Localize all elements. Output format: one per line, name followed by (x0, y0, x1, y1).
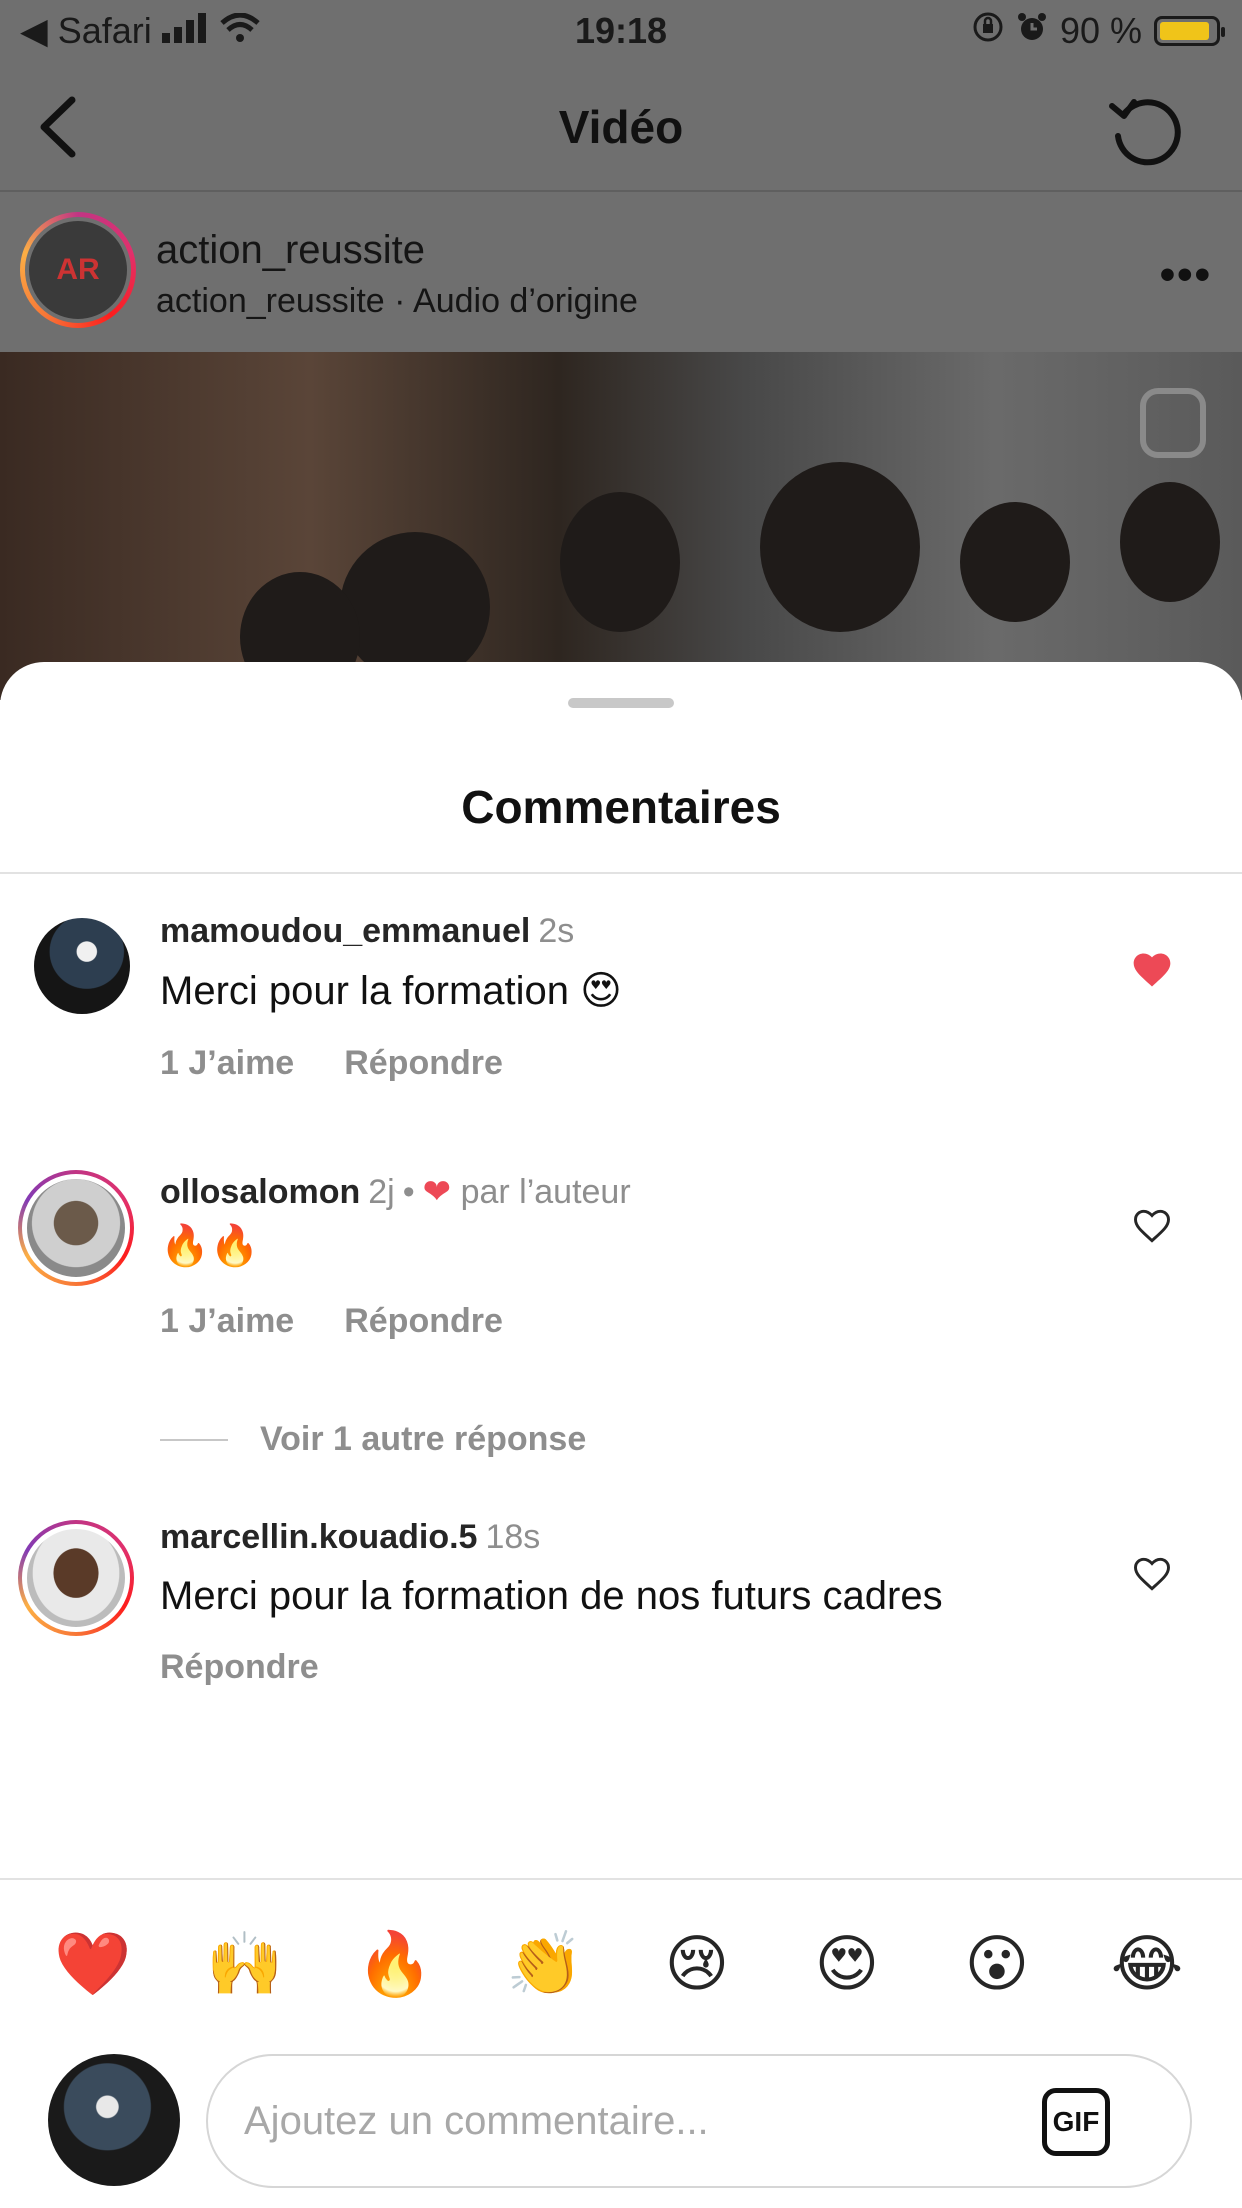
battery-icon (1154, 16, 1225, 46)
author-heart-icon: ❤ (422, 1173, 452, 1211)
refresh-icon (1109, 99, 1181, 166)
emoji-heart-eyes-button[interactable]: 😍 (802, 1920, 892, 2010)
audio-source[interactable]: action_reussite · Audio d’origine (156, 282, 638, 321)
reply-button[interactable]: Répondre (160, 1648, 319, 1686)
comment-input[interactable] (244, 2086, 1004, 2156)
emoji-fire-button[interactable]: 🔥 (350, 1920, 440, 2010)
comment-actions: 1 J’aime Répondre (160, 1044, 503, 1083)
post-header: AR action_reussite action_reussite · Aud… (0, 192, 1242, 352)
emoji-raised-hands-button[interactable]: 🙌 (200, 1920, 290, 2010)
comment-text: Merci pour la formation de nos futurs ca… (160, 1574, 943, 1618)
separator-dot: • (402, 1173, 415, 1211)
comment-actions: Répondre (160, 1648, 319, 1687)
current-user-avatar (48, 2054, 180, 2186)
page-title: Vidéo (558, 101, 684, 153)
author-avatar-logo: AR (25, 217, 131, 323)
emoji-laughing-button[interactable]: 😂 (1102, 1920, 1192, 2010)
heart-outline-icon[interactable] (1130, 1552, 1174, 1596)
reels-icon (1140, 388, 1206, 458)
comment-actions: 1 J’aime Répondre (160, 1302, 503, 1341)
emoji-surprised-button[interactable]: 😮 (952, 1920, 1042, 2010)
heart-outline-icon[interactable] (1130, 1204, 1174, 1248)
comment-time: 18s (485, 1518, 541, 1556)
sheet-grabber[interactable] (568, 698, 674, 708)
reply-button[interactable]: Répondre (344, 1044, 503, 1082)
comment-time: 2j (368, 1173, 395, 1211)
comment-input-container[interactable]: GIF (206, 2054, 1192, 2188)
reply-button[interactable]: Répondre (344, 1302, 503, 1340)
status-right: 90 % (972, 10, 1225, 52)
replies-line (160, 1438, 228, 1441)
view-replies-button[interactable]: Voir 1 autre réponse (160, 1420, 586, 1459)
emoji-crying-button[interactable]: 😢 (652, 1920, 742, 2010)
comment-composer: GIF (0, 2040, 1242, 2208)
liked-by-author-label: par l’auteur (460, 1173, 631, 1211)
divider (0, 1878, 1242, 1880)
video-preview[interactable] (0, 352, 1242, 700)
view-replies-label: Voir 1 autre réponse (260, 1420, 587, 1458)
navigation-bar: Vidéo (0, 62, 1242, 192)
comments-title: Commentaires (461, 781, 781, 833)
commenter-avatar[interactable] (18, 1520, 134, 1636)
comment-text: 🔥🔥 (160, 1224, 260, 1268)
comment-username[interactable]: mamoudou_emmanuel (160, 912, 530, 950)
heart-filled-icon[interactable] (1130, 948, 1174, 992)
battery-percent: 90 % (1059, 10, 1142, 51)
comment-header: mamoudou_emmanuel 2s (160, 912, 574, 951)
gif-button[interactable]: GIF (1042, 2088, 1110, 2156)
refresh-button[interactable] (1106, 92, 1186, 172)
commenter-avatar[interactable] (18, 1170, 134, 1286)
comment-header: marcellin.kouadio.5 18s (160, 1518, 540, 1557)
comment-likes-count[interactable]: 1 J’aime (160, 1044, 294, 1082)
comment-time: 2s (538, 912, 575, 950)
comment-likes-count[interactable]: 1 J’aime (160, 1302, 294, 1340)
rotation-lock-icon (972, 10, 1004, 52)
comment-text: Merci pour la formation 😍 (160, 969, 622, 1013)
comment-username[interactable]: marcellin.kouadio.5 (160, 1518, 477, 1556)
emoji-clap-button[interactable]: 👏 (500, 1920, 590, 2010)
divider (0, 872, 1242, 874)
video-page-background: ◀ Safari 19:18 90 % Vidéo AR action_reus… (0, 0, 1242, 700)
commenter-avatar[interactable] (34, 918, 130, 1014)
comment-username[interactable]: ollosalomon (160, 1173, 360, 1211)
emoji-heart-button[interactable]: ❤️ (48, 1920, 138, 2010)
emoji-reaction-bar: ❤️ 🙌 🔥 👏 😢 😍 😮 😂 (0, 1920, 1242, 2010)
more-options-icon[interactable]: ••• (1160, 250, 1212, 300)
status-bar: ◀ Safari 19:18 90 % (0, 0, 1242, 62)
comment-header: ollosalomon 2j • ❤ par l’auteur (160, 1172, 631, 1212)
author-avatar[interactable]: AR (20, 212, 136, 328)
alarm-icon (1016, 10, 1048, 52)
author-username[interactable]: action_reussite (156, 228, 425, 273)
